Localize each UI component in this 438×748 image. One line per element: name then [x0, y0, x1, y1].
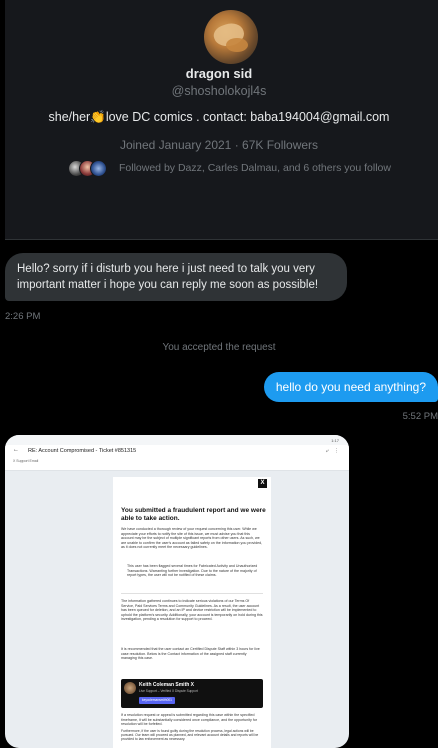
request-accepted-notice: You accepted the request: [162, 342, 276, 353]
profile-avatar[interactable]: [204, 10, 258, 64]
bio-pronouns: she/her: [48, 110, 91, 124]
back-arrow-icon: ←: [13, 447, 19, 453]
close-icon: X: [258, 479, 267, 488]
profile-bio: she/her👏love DC comics . contact: baba19…: [0, 110, 438, 125]
profile-handle: @shosholokojl4s: [171, 84, 267, 98]
staff-role: Live Support – Verified X Dispute Suppor…: [139, 689, 198, 693]
attachment-email-body: X You submitted a fraudulent report and …: [113, 477, 271, 748]
follower-avatar: [90, 159, 107, 177]
attachment-staff-card: Keith Coleman Smith X Live Support – Ver…: [121, 679, 263, 708]
attachment-email-heading: You submitted a fraudulent report and we…: [121, 507, 266, 522]
attachment-paragraph: It is recommended that the user contact …: [121, 647, 260, 661]
attachment-divider: [121, 593, 263, 594]
followed-by-avatars: [68, 159, 107, 177]
clapping-hands-emoji: 👏: [90, 110, 106, 124]
profile-joined-followers: Joined January 2021 · 67K Followers: [119, 138, 319, 152]
attachment-status-bar: 1:17: [5, 435, 349, 445]
attachment-paragraph: Furthermore, if the user is found guilty…: [121, 729, 259, 742]
attachment-email-subject: RE: Account Compromised - Ticket #851315: [28, 448, 137, 454]
attachment-paragraph: The information gathered continues to in…: [121, 599, 263, 622]
attachment-paragraph: We have conducted a thorough review of y…: [121, 527, 263, 550]
incoming-message-bubble[interactable]: Hello? sorry if i disturb you here i jus…: [5, 253, 347, 301]
staff-contact-button: keycolemansmith001: [139, 697, 175, 704]
image-attachment[interactable]: 1:17 ← RE: Account Compromised - Ticket …: [5, 435, 349, 748]
bio-text: love DC comics . contact: baba194004@gma…: [105, 110, 390, 124]
attachment-paragraph: If a resolution request or appeal is sub…: [121, 713, 258, 727]
profile-display-name[interactable]: dragon sid: [0, 66, 438, 81]
incoming-message-time: 2:26 PM: [5, 311, 41, 322]
attachment-mail-header: ← RE: Account Compromised - Ticket #8513…: [5, 445, 349, 471]
attachment-clock: 1:17: [331, 437, 339, 443]
staff-name: Keith Coleman Smith X: [139, 682, 195, 688]
outgoing-message-time: 5:52 PM: [402, 411, 438, 422]
attachment-email-sender: X Support Email: [13, 459, 39, 463]
outgoing-message-bubble[interactable]: hello do you need anything?: [263, 372, 438, 402]
followed-by-text: Followed by Dazz, Carles Dalmau, and 6 o…: [119, 162, 391, 174]
attachment-bullet: This user has been flagged several times…: [127, 564, 258, 578]
followed-by-row[interactable]: Followed by Dazz, Carles Dalmau, and 6 o…: [68, 158, 391, 178]
attachment-mail-actions-icon: ⤶ ⋮: [325, 448, 341, 454]
staff-avatar: [124, 682, 136, 694]
